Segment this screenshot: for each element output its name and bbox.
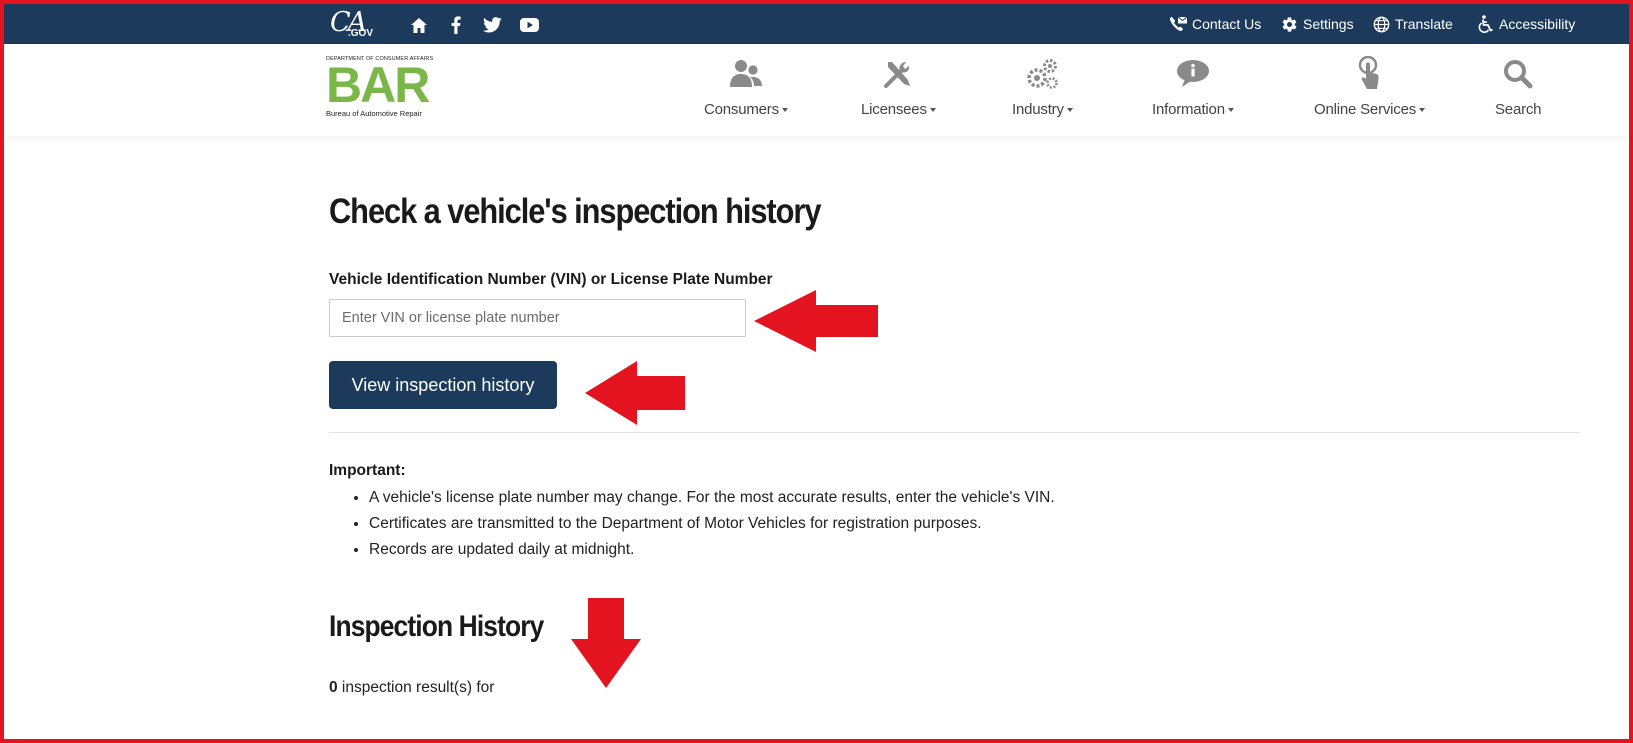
site-header: DEPARTMENT OF CONSUMER AFFAIRS BAR Burea… — [4, 44, 1629, 136]
utility-bar: CA .GOV Contact Us Settings Translate Ac… — [4, 4, 1629, 44]
nav-industry-label: Industry — [1012, 101, 1064, 118]
nav-search-label: Search — [1495, 101, 1542, 118]
translate-label: Translate — [1395, 16, 1453, 32]
annotation-arrow-down-icon — [571, 598, 641, 688]
ca-gov-logo[interactable]: CA .GOV — [330, 7, 380, 41]
nav-licensees[interactable]: Licensees — [861, 56, 936, 126]
youtube-icon[interactable] — [518, 14, 540, 36]
nav-information[interactable]: Information — [1152, 56, 1234, 126]
home-icon[interactable] — [408, 14, 430, 36]
chevron-down-icon — [929, 108, 936, 113]
page-title: Check a vehicle's inspection history — [329, 192, 821, 231]
contact-us-label: Contact Us — [1192, 16, 1262, 32]
bar-logo-mark: BAR — [326, 57, 430, 113]
contact-us-link[interactable]: Contact Us — [1169, 4, 1261, 44]
list-item: Certificates are transmitted to the Depa… — [369, 513, 1055, 539]
facebook-icon[interactable] — [445, 14, 467, 36]
chevron-down-icon — [1227, 108, 1234, 113]
vin-field-label: Vehicle Identification Number (VIN) or L… — [329, 271, 773, 288]
list-item: Records are updated daily at midnight. — [369, 539, 1055, 565]
info-bubble-icon — [1175, 56, 1211, 92]
settings-link[interactable]: Settings — [1281, 4, 1354, 44]
list-item: A vehicle's license plate number may cha… — [369, 487, 1055, 513]
nav-information-label: Information — [1152, 101, 1225, 118]
nav-industry[interactable]: Industry — [1012, 56, 1073, 126]
nav-online-services[interactable]: Online Services — [1314, 56, 1426, 126]
bar-logo-name: Bureau of Automotive Repair — [326, 109, 422, 118]
nav-search[interactable]: Search — [1495, 56, 1542, 126]
vin-input[interactable] — [329, 299, 746, 337]
globe-icon — [1373, 16, 1390, 32]
chevron-down-icon — [781, 108, 788, 113]
important-notes-list: A vehicle's license plate number may cha… — [369, 487, 1055, 565]
ca-logo-gov: .GOV — [348, 28, 374, 39]
result-count: 0 — [329, 679, 338, 696]
nav-licensees-label: Licensees — [861, 101, 927, 118]
accessibility-label: Accessibility — [1499, 16, 1576, 32]
view-inspection-history-button[interactable]: View inspection history — [329, 361, 557, 409]
tools-icon — [880, 56, 916, 92]
section-divider — [329, 432, 1580, 433]
users-icon — [728, 56, 764, 92]
gear-icon — [1282, 16, 1297, 32]
inspection-history-heading: Inspection History — [329, 610, 544, 643]
annotation-arrow-left-icon — [754, 290, 878, 352]
contact-icon — [1170, 16, 1187, 31]
nav-consumers-label: Consumers — [704, 101, 779, 118]
annotation-arrow-left-icon — [585, 361, 685, 425]
nav-consumers[interactable]: Consumers — [704, 56, 788, 126]
result-count-suffix: inspection result(s) for — [337, 679, 495, 696]
bar-logo[interactable]: DEPARTMENT OF CONSUMER AFFAIRS BAR Burea… — [326, 56, 433, 120]
translate-link[interactable]: Translate — [1373, 4, 1453, 44]
accessibility-link[interactable]: Accessibility — [1478, 4, 1575, 44]
nav-online-services-label: Online Services — [1314, 101, 1417, 118]
result-count-text: 0 inspection result(s) for — [329, 679, 494, 697]
chevron-down-icon — [1066, 108, 1073, 113]
touch-icon — [1352, 56, 1388, 92]
chevron-down-icon — [1419, 108, 1426, 113]
accessibility-icon — [1478, 15, 1493, 33]
screenshot-frame: CA .GOV Contact Us Settings Translate Ac… — [0, 0, 1633, 743]
important-label: Important: — [329, 462, 406, 479]
gears-icon — [1024, 56, 1060, 92]
settings-label: Settings — [1303, 16, 1354, 32]
twitter-icon[interactable] — [481, 14, 503, 36]
search-icon — [1500, 56, 1536, 92]
